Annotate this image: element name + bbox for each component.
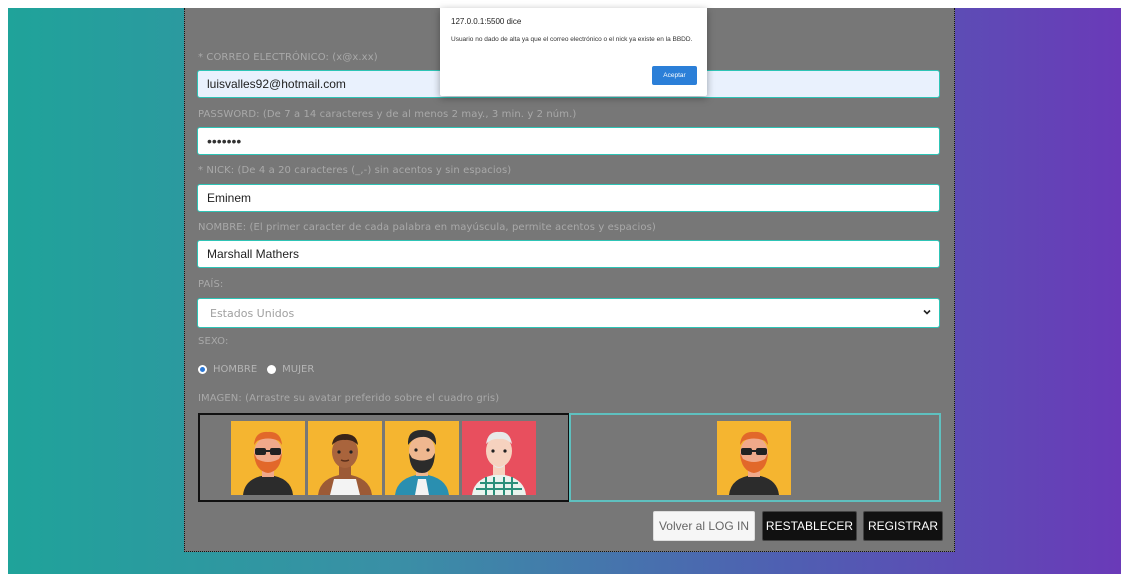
avatar-drop-zone[interactable] (569, 413, 941, 502)
country-label: PAÍS: (198, 279, 224, 290)
radio-mujer-label: MUJER (282, 364, 315, 375)
avatar-ginger-beard-sunglasses[interactable] (231, 421, 305, 495)
nick-field[interactable]: Eminem (197, 184, 940, 212)
name-label: NOMBRE: (El primer caracter de cada pala… (198, 222, 656, 233)
avatar-dark-skin-tank-top[interactable] (308, 421, 382, 495)
selected-avatar-ginger-beard-sunglasses (717, 421, 791, 495)
dialog-ok-button[interactable]: Aceptar (652, 66, 697, 85)
sex-label: SEXO: (198, 336, 229, 347)
alert-dialog: 127.0.0.1:5500 dice Usuario no dado de a… (440, 8, 707, 96)
image-label: IMAGEN: (Arrastre su avatar preferido so… (198, 393, 500, 404)
reset-button[interactable]: RESTABLECER (762, 511, 857, 541)
country-selected-value: Estados Unidos (210, 306, 295, 320)
name-field[interactable]: Marshall Mathers (197, 240, 940, 268)
country-select[interactable]: Estados Unidos (197, 298, 940, 328)
password-field[interactable]: ••••••• (197, 127, 940, 155)
avatar-plaid-shirt[interactable] (462, 421, 536, 495)
password-label: PASSWORD: (De 7 a 14 caracteres y de al … (198, 109, 577, 120)
avatar-beard-teal-jacket[interactable] (385, 421, 459, 495)
nick-label: * NICK: (De 4 a 20 caracteres (_,-) sin … (198, 165, 512, 176)
register-button[interactable]: REGISTRAR (863, 511, 943, 541)
radio-mujer[interactable] (267, 365, 277, 374)
chevron-down-icon (921, 307, 933, 319)
radio-hombre-label: HOMBRE (213, 364, 258, 375)
avatar-source-box (198, 413, 570, 502)
dialog-title: 127.0.0.1:5500 dice (451, 17, 522, 26)
dialog-message: Usuario no dado de alta ya que el correo… (451, 36, 693, 43)
radio-hombre[interactable] (198, 365, 207, 374)
sex-radio-group: HOMBRE MUJER (198, 364, 318, 375)
email-label: * CORREO ELECTRÓNICO: (x@x.xx) (198, 52, 378, 63)
back-to-login-button[interactable]: Volver al LOG IN (653, 511, 755, 541)
